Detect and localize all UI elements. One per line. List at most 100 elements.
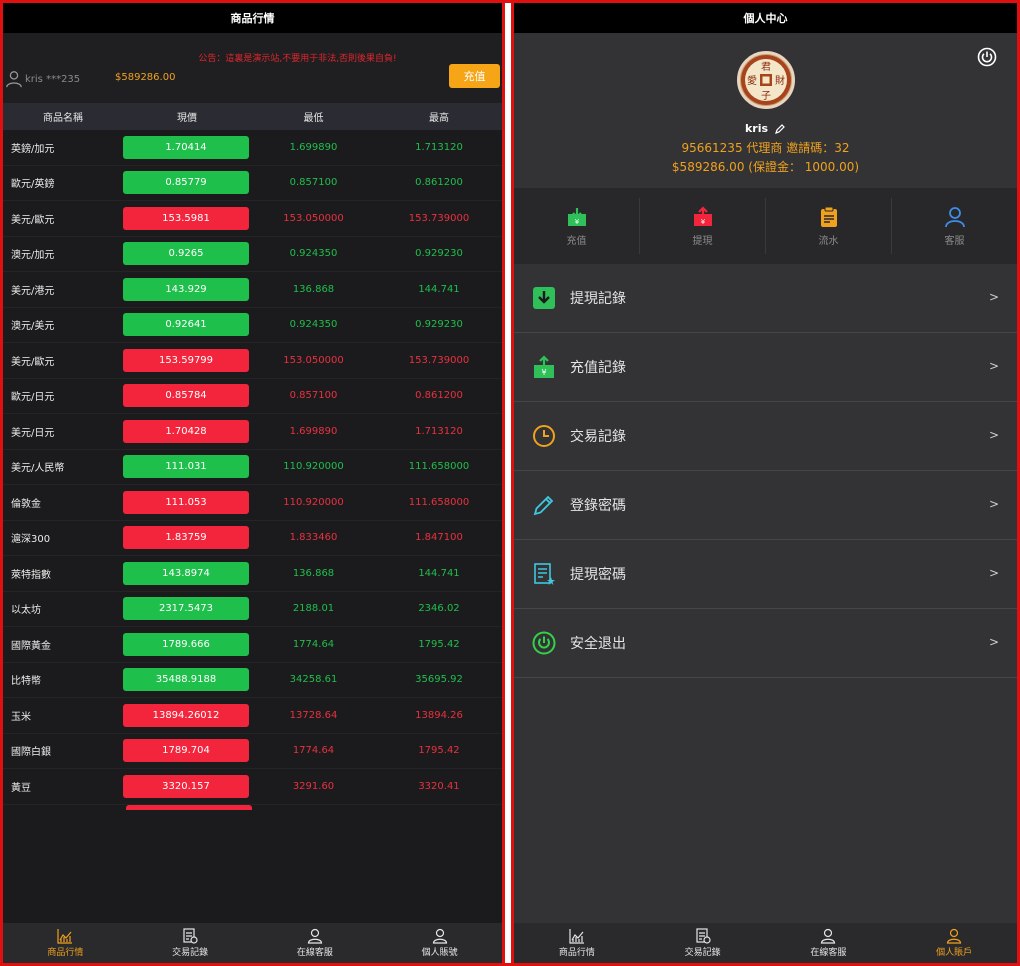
tab-trades[interactable]: 交易記錄 <box>640 923 766 963</box>
high-cell: 2346.02 <box>418 603 460 615</box>
menu-recharge-records[interactable]: ¥ 充值記錄 > <box>514 333 1017 402</box>
table-row[interactable]: 玉米 13894.26012 13728.64 13894.26 <box>3 698 502 734</box>
tab-account[interactable]: 個人賬戶 <box>891 923 1017 963</box>
chevron-right-icon: > <box>988 497 999 511</box>
tab-support[interactable]: 在線客服 <box>766 923 892 963</box>
table-row[interactable]: 澳元/加元 0.9265 0.924350 0.929230 <box>3 237 502 272</box>
power-icon[interactable] <box>977 47 997 67</box>
user-icon <box>821 928 836 944</box>
table-row[interactable]: 以太坊 2317.5473 2188.01 2346.02 <box>3 592 502 627</box>
table-row[interactable]: 滬深300 1.83759 1.833460 1.847100 <box>3 521 502 556</box>
quick-withdraw[interactable]: ¥ 提現 <box>640 198 766 254</box>
table-row[interactable]: 萊特指數 143.8974 136.868 144.741 <box>3 556 502 592</box>
svg-text:子: 子 <box>761 90 771 102</box>
table-row[interactable]: 倫敦金 111.053 110.920000 111.658000 <box>3 485 502 521</box>
low-cell: 136.868 <box>292 283 335 295</box>
quick-recharge[interactable]: ¥ 充值 <box>514 198 640 254</box>
price-pill: 2317.5473 <box>123 597 249 621</box>
menu-trade-records[interactable]: 交易記錄 > <box>514 402 1017 471</box>
tab-label: 交易記錄 <box>172 948 209 958</box>
edit-icon[interactable] <box>774 123 786 135</box>
table-row[interactable]: 國際白銀 1789.704 1774.64 1795.42 <box>3 734 502 769</box>
high-cell: 35695.92 <box>415 674 463 686</box>
table-row[interactable]: 澳元/美元 0.92641 0.924350 0.929230 <box>3 308 502 343</box>
table-row[interactable]: 黃豆 3320.157 3291.60 3320.41 <box>3 769 502 805</box>
price-pill: 35488.9188 <box>123 668 249 692</box>
price-cell: 1789.704 <box>123 739 251 763</box>
profile-header: 君 愛 財 子 kris 95661235 代理商 邀請碼：32 $589286… <box>514 33 1017 188</box>
price-cell: 1.70428 <box>123 419 251 443</box>
low-cell: 1774.64 <box>292 638 335 650</box>
tab-label: 個人賬號 <box>421 948 458 958</box>
bottom-tab-bar: 商品行情 交易記錄 在線客服 個人賬號 <box>3 923 502 963</box>
table-row[interactable]: 美元/歐元 153.5981 153.050000 153.739000 <box>3 201 502 237</box>
price-pill: 1.70414 <box>123 135 249 159</box>
table-row[interactable]: 美元/日元 1.70428 1.699890 1.713120 <box>3 414 502 450</box>
price-cell: 2317.5473 <box>123 597 251 621</box>
high-cell: 153.739000 <box>408 212 470 224</box>
page-title: 個人中心 <box>514 3 1017 33</box>
price-pill: 1789.666 <box>123 632 249 656</box>
low-cell: 1.699890 <box>289 425 338 437</box>
table-row[interactable]: 歐元/日元 0.85784 0.857100 0.861200 <box>3 379 502 414</box>
table-row[interactable]: 歐元/英鎊 0.85779 0.857100 0.861200 <box>3 166 502 201</box>
price-cell: 153.5981 <box>123 206 251 230</box>
tab-market[interactable]: 商品行情 <box>3 923 128 963</box>
table-row[interactable]: 美元/歐元 153.59799 153.050000 153.739000 <box>3 343 502 379</box>
header-name: 商品名稱 <box>43 113 83 124</box>
profile-screen: 個人中心 君 愛 財 子 kris 95661235 代理商 邀請碼：32 $5… <box>514 3 1017 963</box>
menu-list: 提現記錄 > ¥ 充值記錄 > 交易記錄 > 登錄密碼 > 提現密碼 > 安全退… <box>514 264 1017 678</box>
table-row[interactable]: 比特幣 35488.9188 34258.61 35695.92 <box>3 663 502 698</box>
price-pill: 153.59799 <box>123 348 249 372</box>
menu-login-password[interactable]: 登錄密碼 > <box>514 471 1017 540</box>
price-pill: 0.85784 <box>123 384 249 408</box>
table-row[interactable]: 國際黃金 1789.666 1774.64 1795.42 <box>3 627 502 663</box>
table-row[interactable]: 美元/港元 143.929 136.868 144.741 <box>3 272 502 308</box>
quick-service[interactable]: 客服 <box>892 198 1017 254</box>
tab-trades[interactable]: 交易記錄 <box>128 923 253 963</box>
price-pill: 3320.157 <box>123 774 249 798</box>
document-icon <box>696 928 711 944</box>
menu-logout[interactable]: 安全退出 > <box>514 609 1017 678</box>
menu-withdraw-password[interactable]: 提現密碼 > <box>514 540 1017 609</box>
high-cell: 144.741 <box>418 283 460 295</box>
symbol-name: 英鎊/加元 <box>11 143 55 155</box>
menu-label: 提現密碼 <box>570 567 626 583</box>
table-header: 商品名稱 現價 最低 最高 <box>3 103 502 130</box>
document-icon <box>183 928 198 944</box>
high-cell: 144.741 <box>418 567 460 579</box>
user-icon <box>944 206 965 227</box>
tab-support[interactable]: 在線客服 <box>253 923 378 963</box>
low-cell: 34258.61 <box>289 674 338 686</box>
low-cell: 1.833460 <box>289 532 338 544</box>
svg-text:¥: ¥ <box>541 368 546 377</box>
price-cell: 143.929 <box>123 277 251 301</box>
low-cell: 0.857100 <box>289 177 338 189</box>
quick-flow[interactable]: 流水 <box>766 198 892 254</box>
user-name: kris ***235 <box>25 73 81 85</box>
table-row[interactable]: 美元/人民幣 111.031 110.920000 111.658000 <box>3 450 502 485</box>
price-pill: 1789.704 <box>123 739 249 763</box>
high-cell: 1.847100 <box>415 532 463 544</box>
price-pill: 143.929 <box>123 277 249 301</box>
notice-bar: 公告：這裏是演示站,不要用于非法,否則後果自負! kris ***235 $58… <box>3 33 502 103</box>
table-row[interactable]: 英鎊/加元 1.70414 1.699890 1.713120 <box>3 130 502 166</box>
tab-market[interactable]: 商品行情 <box>514 923 640 963</box>
svg-text:財: 財 <box>775 74 785 87</box>
price-cell: 35488.9188 <box>123 668 251 692</box>
high-cell: 0.861200 <box>415 390 463 402</box>
avatar[interactable]: 君 愛 財 子 <box>737 51 795 109</box>
symbol-name: 歐元/英鎊 <box>11 179 55 191</box>
tab-label: 在線客服 <box>810 948 847 958</box>
recharge-button[interactable]: 充值 <box>449 64 500 88</box>
chart-icon <box>569 929 584 944</box>
price-pill: 1.70428 <box>123 419 249 443</box>
symbol-name: 國際白銀 <box>11 747 51 759</box>
menu-withdraw-records[interactable]: 提現記錄 > <box>514 264 1017 333</box>
symbol-name: 澳元/加元 <box>11 250 55 262</box>
price-cell: 111.031 <box>123 455 251 479</box>
tab-account[interactable]: 個人賬號 <box>377 923 502 963</box>
price-cell: 1.83759 <box>123 526 251 550</box>
price-pill <box>126 804 252 810</box>
user-row: kris ***235 <box>5 69 80 89</box>
